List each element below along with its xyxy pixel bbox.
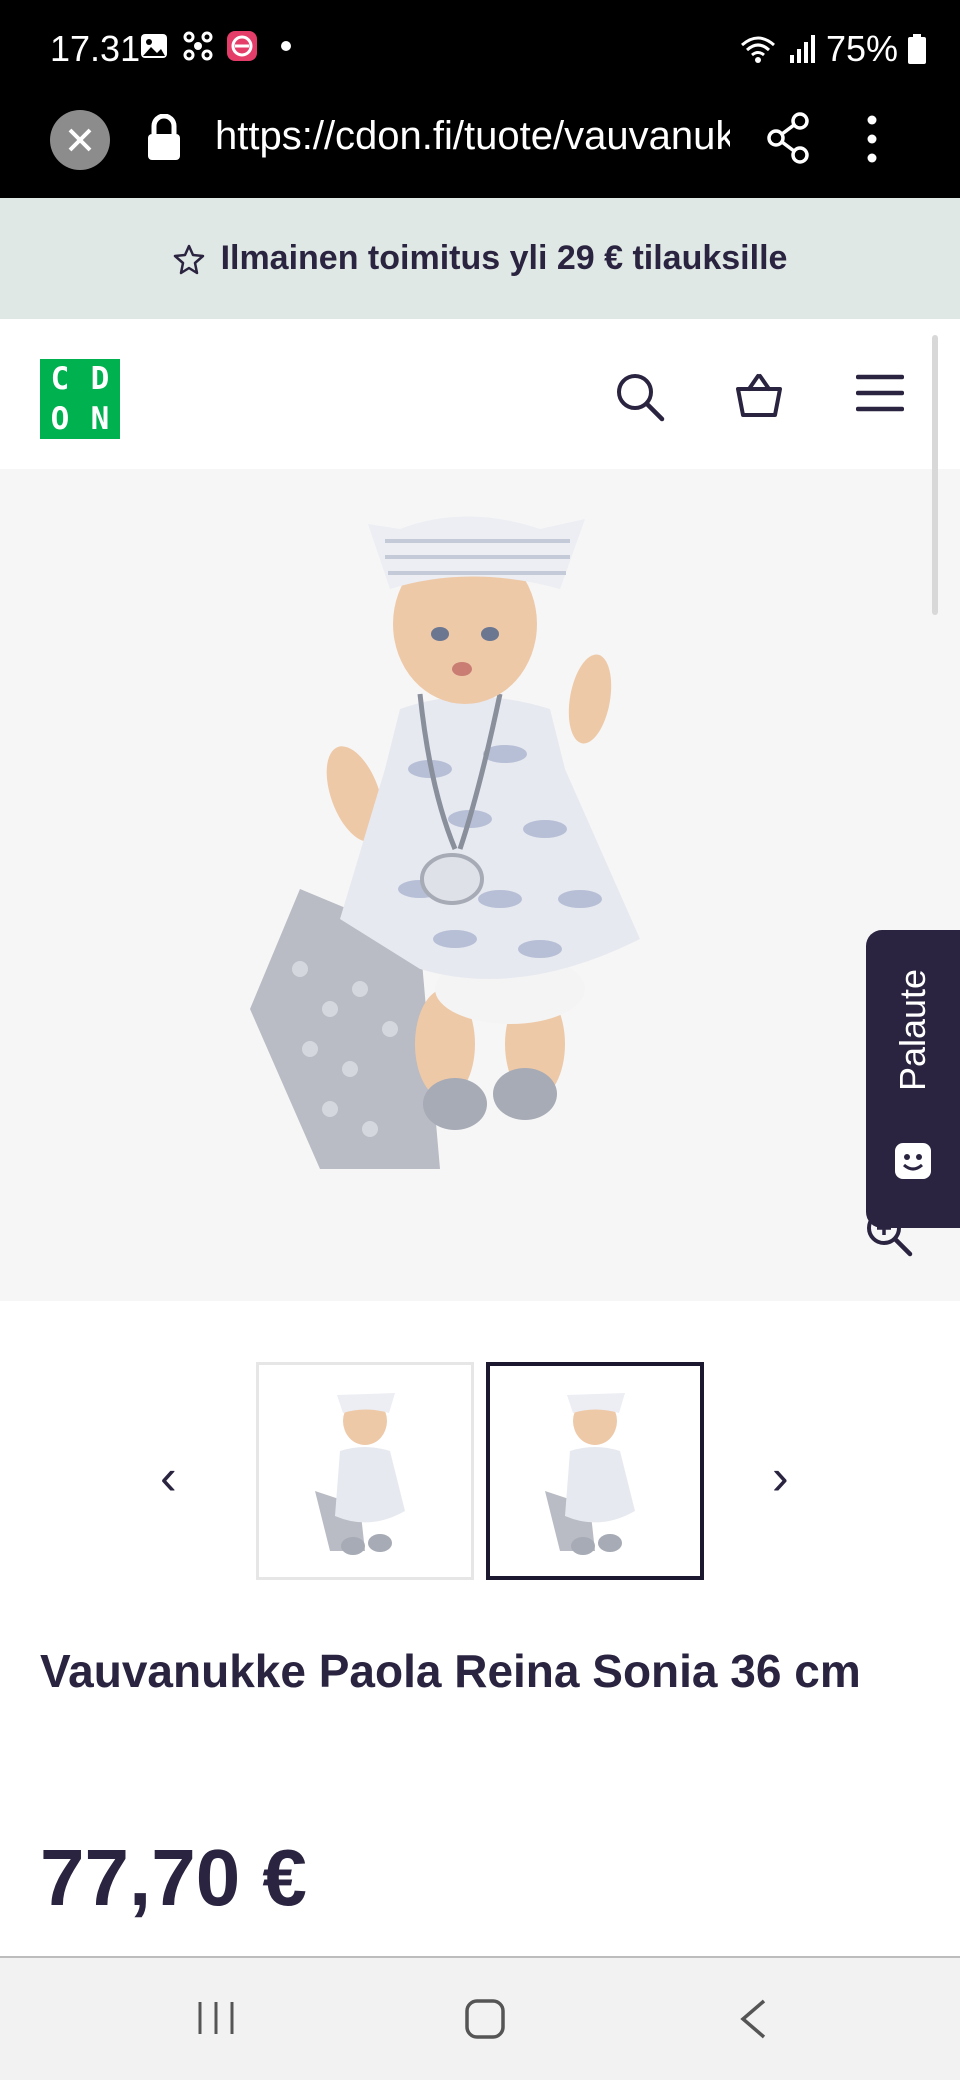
logo-letter: C [50,361,70,397]
feedback-label: Palaute [892,968,934,1092]
star-icon [173,244,204,274]
battery-icon [908,34,926,64]
home-icon[interactable] [464,1998,506,2040]
url-field[interactable]: https://cdon.fi/tuote/vauvanukke-paola-r… [215,114,730,159]
product-title: Vauvanukke Paola Reina Sonia 36 cm [40,1645,861,1697]
recent-apps-icon[interactable] [196,1998,236,2038]
app-icon [227,31,257,61]
close-tab-button[interactable] [50,110,110,170]
product-main-image[interactable] [0,469,960,1301]
battery-percent: 75% [825,28,898,69]
scrollbar[interactable] [932,335,938,615]
status-notification-icons [138,30,302,62]
site-header: C D O N [0,319,960,469]
smiley-icon [895,1143,931,1179]
status-time: 17.31 [50,28,141,69]
more-options-icon[interactable] [866,114,878,164]
browser-url-bar: https://cdon.fi/tuote/vauvanukke-paola-r… [0,100,960,198]
gallery-next-button[interactable]: › [772,1448,789,1506]
promo-banner: Ilmainen toimitus yli 29 € tilauksille [0,198,960,319]
thumbnail-1[interactable] [256,1362,474,1580]
lock-icon[interactable] [146,114,182,162]
cdon-logo[interactable]: C D O N [40,359,120,439]
feedback-tab[interactable]: Palaute [866,930,960,1228]
back-icon[interactable] [738,1998,768,2040]
thumbnail-gallery: ‹ › [0,1360,960,1584]
system-nav-bar [0,1956,960,2080]
network-icon [183,31,213,61]
product-price: 77,70 € [40,1833,307,1922]
cart-icon[interactable] [734,371,784,421]
thumbnail-2-selected[interactable] [486,1362,704,1580]
logo-letter: N [90,401,110,437]
doll-thumbnail-image [545,1393,635,1555]
signal-icon [789,35,815,63]
promo-text: Ilmainen toimitus yli 29 € tilauksille [220,239,788,277]
status-right: 75% [738,28,926,70]
menu-icon[interactable] [856,371,904,415]
wifi-icon [740,36,775,63]
logo-letter: D [90,361,110,397]
dot-icon [281,41,291,51]
status-bar: 17.31 75% [0,0,960,100]
close-icon [68,128,92,152]
logo-letter: O [50,401,70,437]
feedback-label-wrap: Palaute [866,930,960,1130]
search-icon[interactable] [614,371,666,423]
doll-thumbnail-image [315,1393,405,1555]
share-icon[interactable] [766,112,810,164]
image-icon [141,34,167,58]
doll-image [250,516,640,1169]
gallery-prev-button[interactable]: ‹ [160,1448,177,1506]
